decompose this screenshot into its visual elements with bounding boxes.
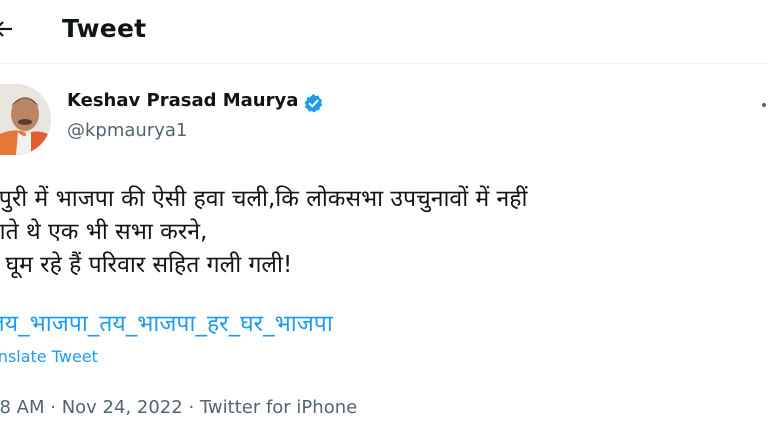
tweet-source[interactable]: Twitter for iPhone: [200, 397, 357, 418]
avatar-portrait-icon: [0, 84, 51, 155]
page-title: Tweet: [62, 14, 147, 43]
meta-separator: ·: [188, 397, 195, 418]
tweet-line: ह घूम रहे हैं परिवार सहित गली गली!: [0, 252, 293, 278]
tweet-text: नपुरी में भाजपा की ऐसी हवा चली,कि लोकसभा…: [0, 183, 766, 282]
tweet-date[interactable]: Nov 24, 2022: [62, 397, 183, 418]
hashtag-link[interactable]: ंजय_भाजपा_तय_भाजपा_हर_घर_भाजपा: [0, 306, 333, 338]
tweet-meta: 28 AM · Nov 24, 2022 · Twitter for iPhon…: [0, 397, 357, 418]
tweet-line: नपुरी में भाजपा की ऐसी हवा चली,कि लोकसभा…: [0, 186, 528, 212]
more-options-icon[interactable]: [758, 96, 768, 114]
header-divider: [0, 63, 768, 64]
tweet-line: ाते थे एक भी सभा करने,: [0, 219, 208, 245]
author-handle[interactable]: @kpmaurya1: [67, 120, 187, 141]
translate-tweet-link[interactable]: anslate Tweet: [0, 347, 98, 366]
meta-separator: ·: [50, 397, 56, 418]
verified-badge-icon: [304, 93, 323, 113]
avatar[interactable]: [0, 84, 51, 155]
back-arrow-icon[interactable]: [0, 20, 12, 38]
tweet-time[interactable]: 28 AM: [0, 397, 44, 418]
author-display-name[interactable]: Keshav Prasad Maurya: [67, 90, 298, 111]
